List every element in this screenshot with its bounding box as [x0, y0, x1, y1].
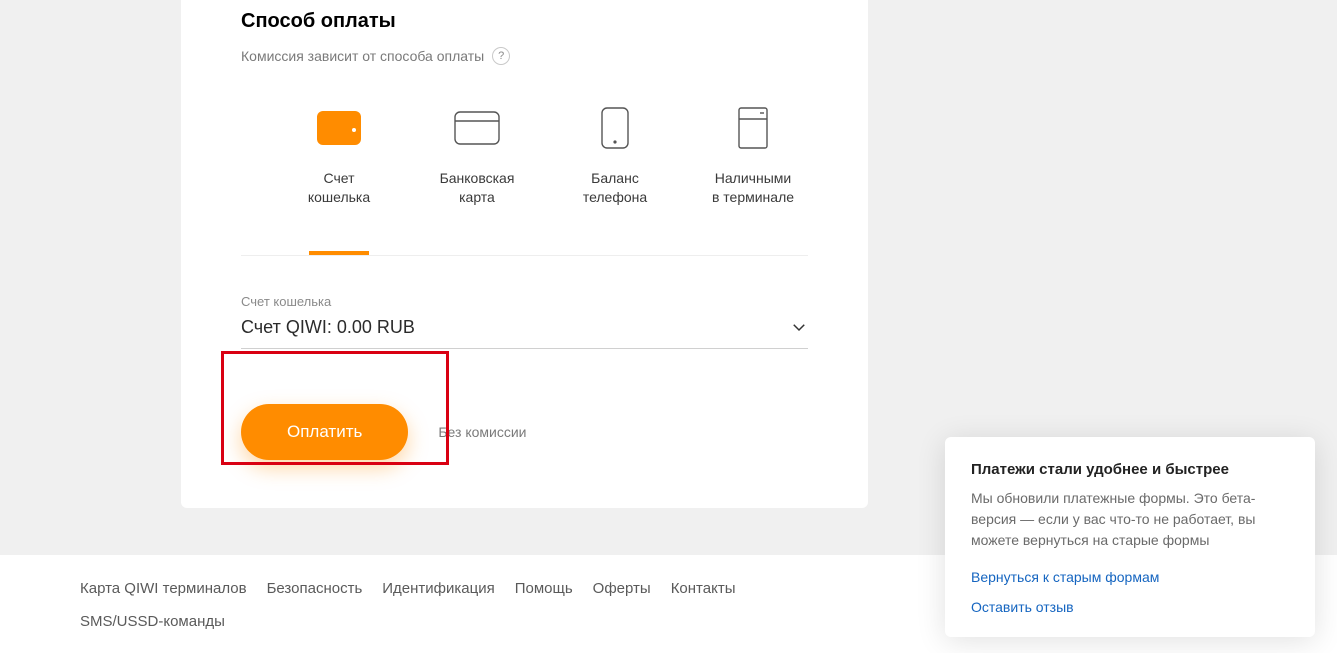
footer-link-sms[interactable]: SMS/USSD-команды: [80, 613, 225, 630]
footer-link-terminals[interactable]: Карта QIWI терминалов: [80, 580, 247, 597]
method-wallet[interactable]: Счет кошелька: [291, 105, 387, 207]
fee-hint-text: Комиссия зависит от способа оплаты: [241, 48, 484, 64]
payment-card: Способ оплаты Комиссия зависит от способ…: [181, 0, 868, 508]
footer-link-help[interactable]: Помощь: [515, 580, 573, 597]
pay-button[interactable]: Оплатить: [241, 404, 408, 460]
wallet-account-field: Счет кошелька Счет QIWI: 0.00 RUB: [241, 294, 808, 349]
popup-link-back[interactable]: Вернуться к старым формам: [971, 569, 1289, 585]
method-terminal[interactable]: Наличными в терминале: [705, 105, 801, 207]
method-phone[interactable]: Баланс телефона: [567, 105, 663, 207]
method-wallet-label: Счет кошелька: [308, 169, 370, 207]
divider: [241, 255, 808, 256]
footer-link-security[interactable]: Безопасность: [267, 580, 363, 597]
payment-method-title: Способ оплаты: [241, 10, 808, 33]
footer-link-contacts[interactable]: Контакты: [671, 580, 751, 597]
method-terminal-label: Наличными в терминале: [712, 169, 794, 207]
footer-links: Карта QIWI терминалов Безопасность Идент…: [80, 580, 780, 630]
method-card-label: Банковская карта: [440, 169, 515, 207]
popup-link-feedback[interactable]: Оставить отзыв: [971, 599, 1289, 615]
wallet-account-value: Счет QIWI: 0.00 RUB: [241, 317, 415, 338]
method-phone-label: Баланс телефона: [583, 169, 647, 207]
method-card[interactable]: Банковская карта: [429, 105, 525, 207]
beta-popup: Платежи стали удобнее и быстрее Мы обнов…: [945, 437, 1315, 637]
terminal-icon: [738, 105, 768, 151]
pay-row: Оплатить Без комиссии: [241, 404, 808, 460]
chevron-down-icon: [790, 318, 808, 336]
fee-note: Без комиссии: [438, 424, 526, 440]
payment-methods: Счет кошелька Банковская карта Баланс те…: [241, 105, 808, 207]
footer-link-ident[interactable]: Идентификация: [382, 580, 494, 597]
popup-title: Платежи стали удобнее и быстрее: [971, 461, 1289, 478]
footer-link-offers[interactable]: Оферты: [593, 580, 651, 597]
wallet-account-select[interactable]: Счет QIWI: 0.00 RUB: [241, 313, 808, 349]
help-icon[interactable]: ?: [492, 47, 510, 65]
fee-hint-row: Комиссия зависит от способа оплаты ?: [241, 47, 808, 65]
card-icon: [454, 105, 500, 151]
wallet-account-label: Счет кошелька: [241, 294, 808, 309]
popup-text: Мы обновили платежные формы. Это бета-ве…: [971, 488, 1289, 551]
phone-icon: [601, 105, 629, 151]
wallet-icon: [317, 105, 361, 151]
